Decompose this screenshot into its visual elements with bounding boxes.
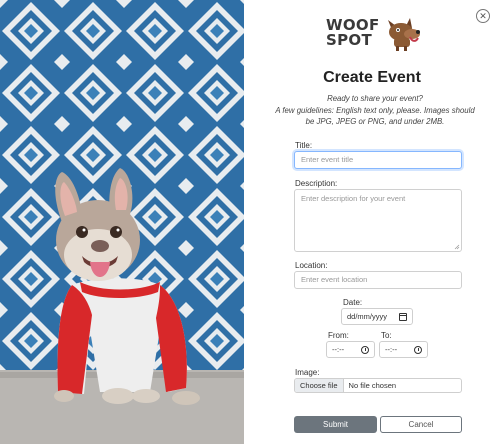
- to-time-value: --:--: [385, 345, 398, 354]
- location-input[interactable]: Enter event location: [294, 271, 462, 289]
- submit-button[interactable]: Submit: [294, 416, 377, 433]
- cancel-button[interactable]: Cancel: [380, 416, 462, 433]
- brand-wordmark: WOOF SPOT: [326, 18, 380, 48]
- from-time-value: --:--: [332, 345, 345, 354]
- intro-line-1: Ready to share your event?: [327, 94, 423, 103]
- clock-icon[interactable]: [361, 345, 369, 354]
- choose-file-button[interactable]: Choose file: [295, 379, 344, 392]
- title-label: Title:: [295, 141, 313, 150]
- intro-text: Ready to share your event? A few guideli…: [268, 93, 482, 128]
- dog-mascot-icon: [388, 18, 420, 51]
- title-placeholder: Enter event title: [301, 155, 354, 164]
- hero-photo: [0, 0, 244, 444]
- location-placeholder: Enter event location: [301, 275, 368, 284]
- brand-line-2: SPOT: [326, 31, 372, 49]
- dog-photo-illustration: [0, 0, 244, 444]
- description-placeholder: Enter description for your event: [301, 194, 406, 203]
- date-value: dd/mm/yyyy: [347, 312, 388, 321]
- to-label: To:: [381, 331, 392, 340]
- page-title: Create Event: [323, 69, 421, 86]
- title-input[interactable]: Enter event title: [294, 151, 462, 169]
- date-label: Date:: [343, 298, 363, 307]
- location-label: Location:: [295, 261, 328, 270]
- calendar-icon[interactable]: [399, 312, 407, 321]
- from-time-input[interactable]: --:--: [326, 341, 375, 358]
- image-file-input[interactable]: Choose file No file chosen: [294, 378, 462, 393]
- from-label: From:: [328, 331, 349, 340]
- description-textarea[interactable]: Enter description for your event: [294, 189, 462, 252]
- description-label: Description:: [295, 179, 338, 188]
- brand-logo: WOOF SPOT: [326, 18, 430, 54]
- to-time-input[interactable]: --:--: [379, 341, 428, 358]
- clock-icon[interactable]: [414, 345, 422, 354]
- resize-handle-icon[interactable]: [454, 244, 460, 250]
- file-status: No file chosen: [348, 381, 397, 390]
- image-label: Image:: [295, 368, 320, 377]
- close-button[interactable]: ✕: [476, 9, 490, 23]
- date-input[interactable]: dd/mm/yyyy: [341, 308, 413, 325]
- intro-line-2: A few guidelines: English text only, ple…: [275, 105, 475, 115]
- intro-line-3: be JPG, JPEG or PNG, and under 2MB.: [305, 117, 445, 126]
